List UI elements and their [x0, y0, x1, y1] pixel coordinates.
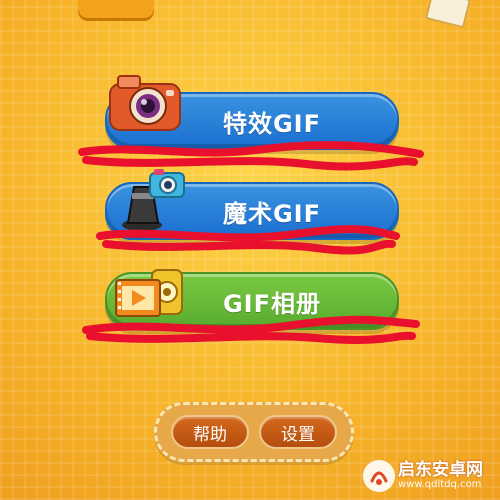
watermark-title: 启东安卓网: [398, 460, 483, 480]
bottom-toolbar: 帮助 设置: [154, 402, 354, 462]
settings-button[interactable]: 设置: [259, 415, 337, 449]
header-photo-icon: [424, 0, 472, 29]
help-button[interactable]: 帮助: [171, 415, 249, 449]
header-handwriting: [179, 0, 430, 19]
scribble-mark-3: [82, 315, 420, 344]
watermark-url: www.qdltdq.com: [398, 479, 482, 490]
camera-icon: [109, 75, 181, 131]
scribble-mark-2: [96, 225, 400, 255]
watermark-logo-icon: [363, 460, 395, 492]
header-badge: [78, 0, 154, 18]
watermark: 启东安卓网 www.qdltdq.com: [362, 456, 494, 496]
scribble-mark-1: [78, 141, 424, 171]
